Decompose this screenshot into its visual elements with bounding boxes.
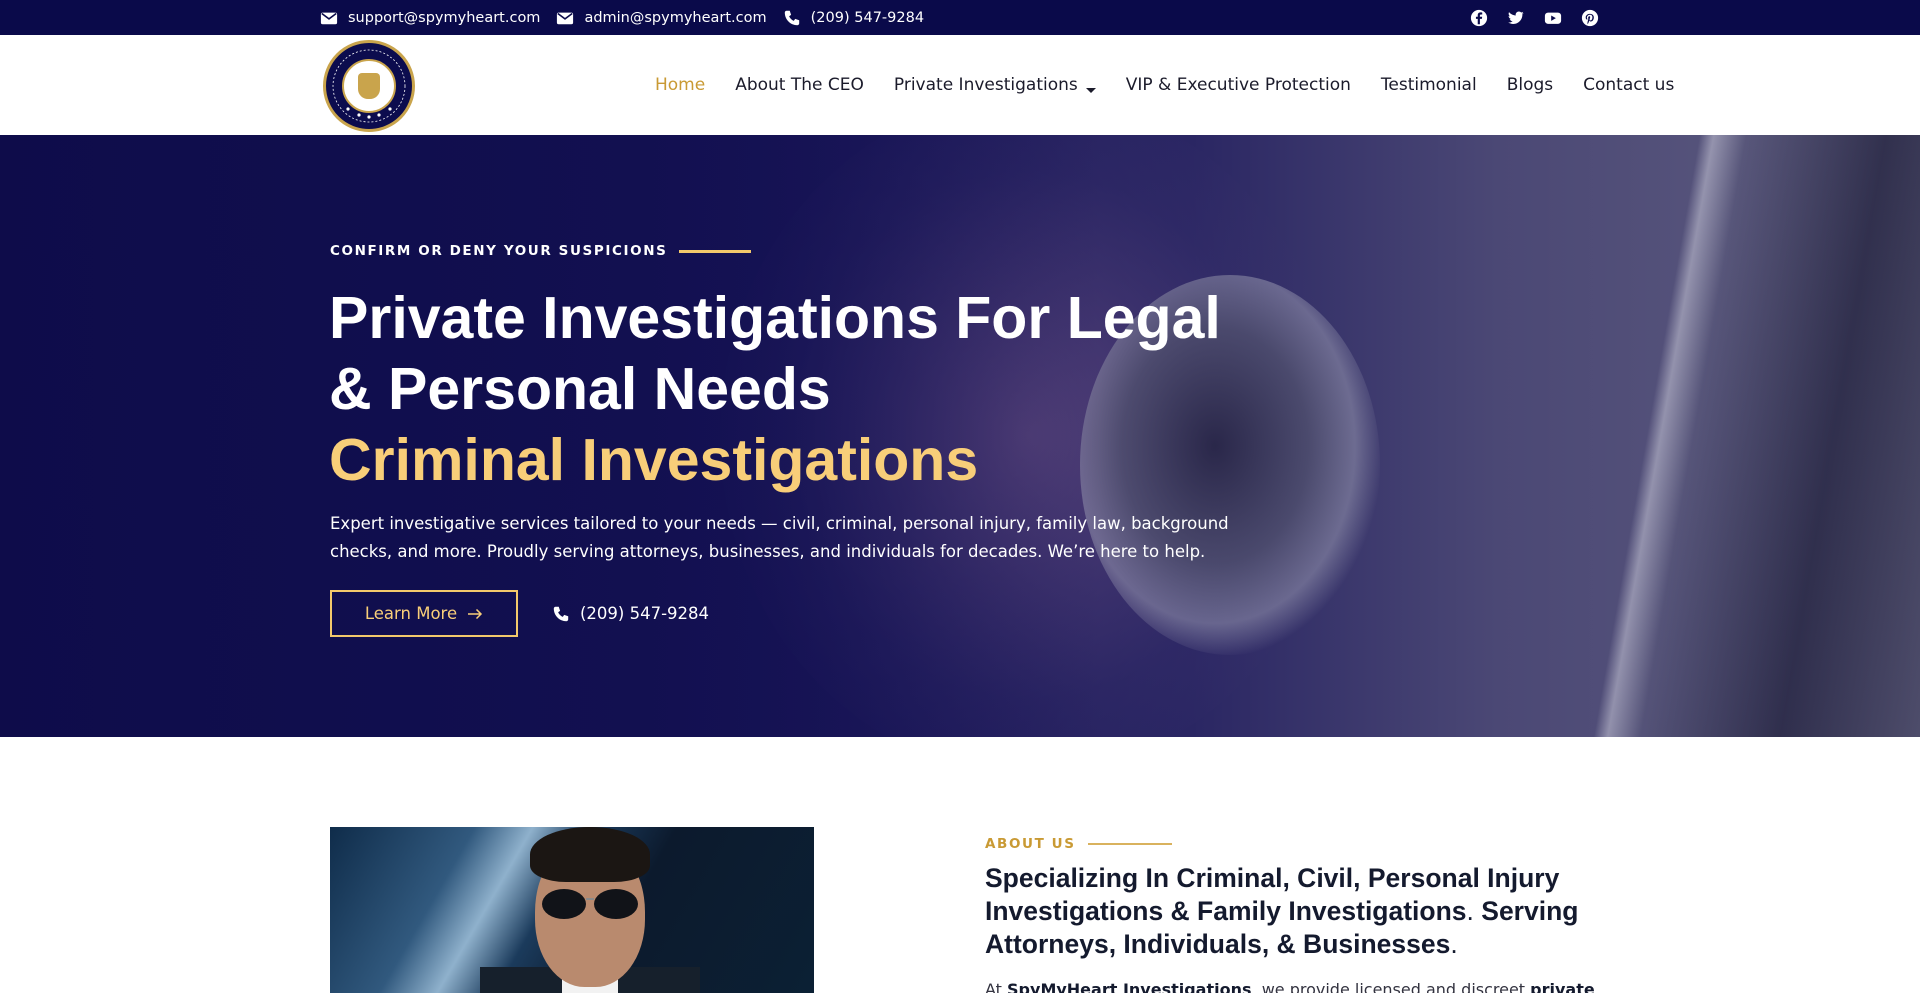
nav-testimonial-label: Testimonial	[1380, 75, 1477, 95]
about-photo-hair	[530, 827, 650, 882]
youtube-icon[interactable]	[1544, 9, 1562, 27]
hero-description: Expert investigative services tailored t…	[330, 514, 1229, 561]
arrow-right-icon	[467, 606, 483, 622]
nav-testimonial[interactable]: Testimonial	[1381, 75, 1477, 95]
hero-photo-car-door	[1560, 135, 1920, 737]
nav-vip-protection[interactable]: VIP & Executive Protection	[1126, 75, 1351, 95]
site-header: Home About The CEO Private Investigation…	[0, 35, 1920, 135]
about-title: Specializing In Criminal, Civil, Persona…	[985, 862, 1585, 961]
nav-home-label: Home	[655, 75, 706, 95]
top-bar: support@spymyheart.com admin@spymyheart.…	[0, 0, 1920, 35]
caret-down-icon	[1085, 80, 1096, 93]
about-body-bold-end: private	[1530, 980, 1595, 993]
about-body-middle: , we provide licensed and discreet	[1251, 980, 1531, 993]
hero-eyebrow-line	[679, 249, 752, 253]
admin-email-text: admin@spymyheart.com	[584, 9, 767, 26]
hero-rotating-title: Criminal Investigations	[329, 427, 979, 493]
about-eyebrow-text: ABOUT US	[985, 836, 1076, 852]
about-title-sep1: .	[1466, 896, 1482, 926]
support-email-text: support@spymyheart.com	[348, 9, 541, 26]
nav-contact-label: Contact us	[1583, 75, 1675, 95]
hero-eyebrow-text: CONFIRM OR DENY YOUR SUSPICIONS	[330, 243, 668, 259]
pinterest-icon[interactable]	[1581, 9, 1599, 27]
nav-blogs-label: Blogs	[1506, 75, 1554, 95]
twitter-icon[interactable]	[1507, 9, 1525, 27]
learn-more-button[interactable]: Learn More	[330, 590, 518, 637]
phone-icon	[783, 9, 801, 27]
main-nav: Home About The CEO Private Investigation…	[655, 35, 1674, 135]
nav-about-ceo[interactable]: About The CEO	[735, 75, 864, 95]
shield-icon	[358, 73, 380, 99]
about-body-brand: SpyMyHeart Investigations	[1007, 980, 1252, 993]
top-bar-contacts: support@spymyheart.com admin@spymyheart.…	[320, 0, 924, 35]
phone-icon	[552, 605, 570, 623]
nav-vip-protection-label: VIP & Executive Protection	[1125, 75, 1351, 95]
logo-emblem	[342, 59, 396, 113]
nav-home[interactable]: Home	[655, 75, 705, 95]
about-eyebrow: ABOUT US	[985, 836, 1172, 852]
about-title-sep2: .	[1450, 929, 1458, 959]
about-photo	[330, 827, 814, 993]
nav-contact[interactable]: Contact us	[1583, 75, 1674, 95]
site-logo[interactable]	[323, 40, 415, 132]
about-body-prefix: At	[985, 980, 1008, 993]
envelope-icon	[556, 9, 574, 27]
top-phone-text: (209) 547-9284	[810, 9, 925, 26]
hero-title: Private Investigations For Legal & Perso…	[329, 283, 1229, 425]
top-phone-link[interactable]: (209) 547-9284	[783, 9, 924, 27]
nav-private-investigations-label: Private Investigations	[893, 75, 1078, 95]
hero-section: CONFIRM OR DENY YOUR SUSPICIONS Private …	[0, 135, 1920, 737]
hero-phone-link[interactable]: (209) 547-9284	[552, 590, 709, 637]
hero-title-line1: Private Investigations For Legal	[329, 285, 1221, 351]
facebook-icon[interactable]	[1470, 9, 1488, 27]
social-links	[1470, 0, 1599, 35]
envelope-icon	[320, 9, 338, 27]
support-email-link[interactable]: support@spymyheart.com	[320, 9, 540, 27]
nav-private-investigations[interactable]: Private Investigations	[894, 75, 1096, 95]
about-eyebrow-line	[1087, 843, 1172, 845]
hero-phone-text: (209) 547-9284	[580, 604, 710, 623]
sunglasses-icon	[542, 889, 638, 919]
learn-more-label: Learn More	[364, 604, 458, 623]
about-body: At SpyMyHeart Investigations, we provide…	[985, 977, 1595, 993]
nav-about-ceo-label: About The CEO	[735, 75, 864, 95]
hero-title-line2: & Personal Needs	[329, 356, 831, 422]
admin-email-link[interactable]: admin@spymyheart.com	[556, 9, 767, 27]
hero-eyebrow: CONFIRM OR DENY YOUR SUSPICIONS	[330, 243, 752, 259]
nav-blogs[interactable]: Blogs	[1507, 75, 1553, 95]
